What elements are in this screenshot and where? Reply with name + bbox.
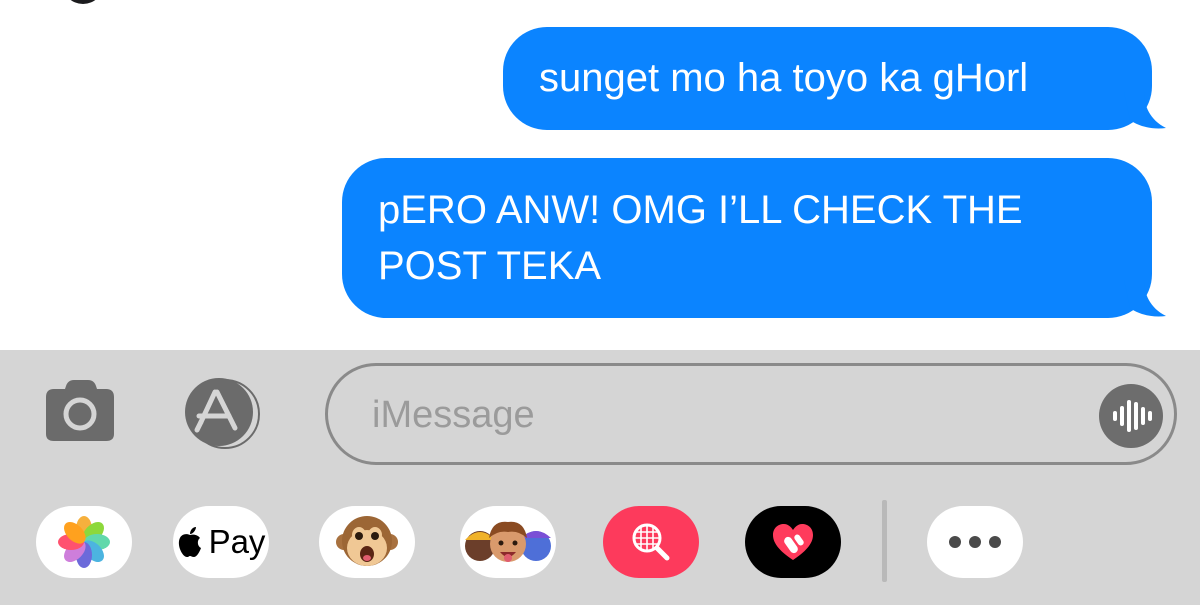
app-drawer-divider: [882, 500, 887, 582]
message-text: pERO ANW! OMG I’LL CHECK THE POST TEKA: [378, 188, 1023, 288]
more-apps-button[interactable]: [927, 506, 1023, 578]
audio-message-button[interactable]: [1099, 384, 1163, 448]
apple-logo-icon: [178, 527, 201, 557]
photos-icon: [58, 516, 110, 568]
digital-touch-icon: [773, 524, 813, 560]
camera-icon: [46, 380, 114, 441]
memoji-app-button[interactable]: [460, 506, 556, 578]
app-store-icon: [185, 378, 260, 449]
more-apps-icon: [949, 536, 1001, 548]
camera-button[interactable]: [44, 380, 118, 442]
animoji-app-button[interactable]: [319, 506, 415, 578]
audio-waveform-icon: [1113, 400, 1152, 432]
bubble-tail-icon: [1124, 92, 1166, 129]
digital-touch-app-button[interactable]: [745, 506, 841, 578]
monkey-animoji-icon: [336, 516, 398, 566]
messages-screen: sunget mo ha toyo ka gHorl pERO ANW! OMG…: [0, 0, 1200, 605]
web-images-search-icon: [632, 523, 670, 561]
imessage-input[interactable]: iMessage: [325, 363, 1177, 465]
sent-message-bubble[interactable]: sunget mo ha toyo ka gHorl: [503, 27, 1166, 130]
contact-avatar-edge: [62, 0, 104, 4]
photos-app-button[interactable]: [36, 506, 132, 578]
apple-pay-app-button[interactable]: Pay: [173, 506, 269, 578]
app-store-button[interactable]: [181, 378, 277, 450]
sent-message-bubble[interactable]: pERO ANW! OMG I’LL CHECK THE POST TEKA: [342, 158, 1166, 318]
imessage-placeholder: iMessage: [372, 394, 535, 436]
memoji-icon: [465, 521, 551, 562]
apple-pay-label: Pay: [208, 523, 266, 560]
bubble-tail-icon: [1124, 280, 1166, 317]
image-search-app-button[interactable]: [603, 506, 699, 578]
message-text: sunget mo ha toyo ka gHorl: [539, 56, 1029, 100]
